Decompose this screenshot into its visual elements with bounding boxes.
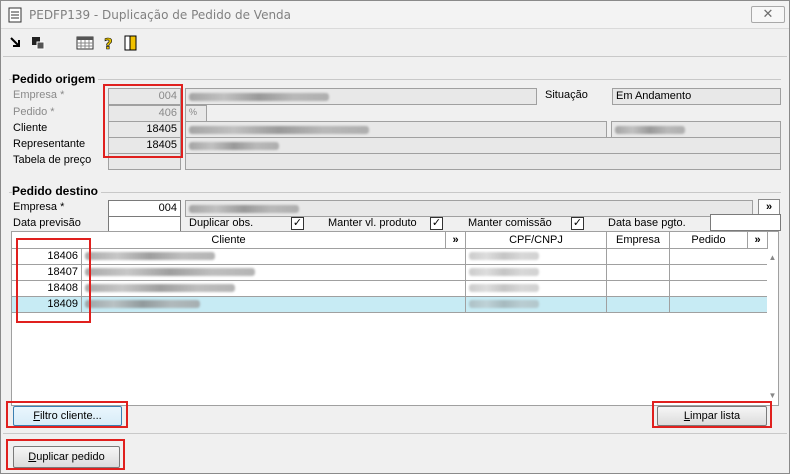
duplicar-obs-checkbox[interactable]: ✓ — [291, 217, 304, 230]
svg-text:?: ? — [104, 35, 113, 52]
row-pedido — [670, 297, 768, 313]
row-pedido — [670, 265, 768, 281]
filtro-mnemonic: F — [33, 410, 40, 422]
clientes-grid: Cliente » CPF/CNPJ Empresa Pedido » 1840… — [11, 231, 779, 406]
toolbar-separator — [3, 56, 787, 57]
origem-cliente-field: 18405 — [108, 121, 181, 138]
situacao-field: Em Andamento — [612, 88, 781, 105]
help-icon[interactable]: ? — [100, 34, 118, 52]
tabela-preco-name — [185, 153, 781, 170]
window-title: PEDFP139 - Duplicação de Pedido de Venda — [29, 8, 292, 22]
limpar-lista-button[interactable]: Limpar lista — [657, 406, 767, 426]
origem-representante-name — [185, 137, 781, 154]
representante-label: Representante — [13, 138, 86, 150]
title-bar: PEDFP139 - Duplicação de Pedido de Venda… — [1, 1, 789, 29]
row-cliente — [82, 249, 466, 265]
cliente-label: Cliente — [13, 122, 48, 134]
data-base-pgto-label: Data base pgto. — [608, 217, 686, 229]
table-row[interactable]: 18407 — [12, 265, 768, 281]
duplicar-obs-label: Duplicar obs. — [189, 217, 254, 229]
column-header-cliente[interactable]: Cliente — [12, 232, 446, 249]
origem-pedido-field[interactable]: 406 — [108, 105, 181, 122]
filtro-label: iltro cliente... — [39, 410, 102, 422]
manter-vl-produto-label: Manter vl. produto — [328, 217, 417, 229]
manter-comissao-checkbox[interactable]: ✓ — [571, 217, 584, 230]
row-cpf — [466, 249, 607, 265]
situacao-label: Situação — [545, 89, 588, 101]
column-header-pedido[interactable]: Pedido — [670, 232, 748, 249]
copy-icon[interactable] — [29, 34, 47, 52]
document-icon — [8, 7, 22, 23]
origem-empresa-label: Empresa * — [13, 89, 65, 101]
pedido-lookup-button[interactable]: % — [185, 105, 207, 122]
pedido-lookup-button[interactable]: » — [748, 232, 768, 249]
calendar-grid-icon[interactable] — [76, 34, 94, 52]
grid-vertical-scrollbar[interactable]: ▲ ▼ — [767, 249, 778, 405]
data-previsao-label: Data previsão — [13, 217, 81, 229]
manter-comissao-label: Manter comissão — [468, 217, 552, 229]
exit-door-icon[interactable] — [122, 34, 140, 52]
cliente-lookup-button[interactable]: » — [446, 232, 466, 249]
row-cpf — [466, 281, 607, 297]
destino-empresa-name — [185, 200, 753, 217]
destino-empresa-label: Empresa * — [13, 201, 65, 213]
data-base-pgto-input[interactable] — [710, 214, 781, 231]
row-empresa — [607, 281, 670, 297]
group-title-origem: Pedido origem — [12, 72, 99, 86]
column-header-empresa[interactable]: Empresa — [607, 232, 670, 249]
row-empresa — [607, 249, 670, 265]
table-row[interactable]: 18408 — [12, 281, 768, 297]
origem-cliente-doc — [611, 121, 781, 138]
toolbar: ? — [1, 31, 789, 55]
limpar-label: impar lista — [690, 410, 741, 422]
row-code: 18406 — [12, 249, 82, 265]
tabela-preco-field — [108, 153, 181, 170]
origem-representante-field: 18405 — [108, 137, 181, 154]
scroll-up-icon[interactable]: ▲ — [768, 253, 777, 262]
row-cliente — [82, 265, 466, 281]
row-empresa — [607, 297, 670, 313]
origem-pedido-label: Pedido * — [13, 106, 55, 118]
destino-empresa-input[interactable]: 004 — [108, 200, 181, 217]
row-cliente — [82, 281, 466, 297]
row-pedido — [670, 281, 768, 297]
group-line-destino — [9, 192, 781, 193]
export-icon[interactable] — [7, 34, 25, 52]
app-window: PEDFP139 - Duplicação de Pedido de Venda… — [0, 0, 790, 474]
origem-cliente-name — [185, 121, 607, 138]
duplicar-label: uplicar pedido — [36, 451, 105, 463]
table-row[interactable]: 18406 — [12, 249, 768, 265]
origem-empresa-field: 004 — [108, 88, 181, 105]
row-code: 18409 — [12, 297, 82, 313]
row-cliente — [82, 297, 466, 313]
close-button[interactable]: ✕ — [751, 6, 785, 23]
table-row-selected[interactable]: 18409 — [12, 297, 768, 313]
group-line-origem — [9, 79, 781, 80]
origem-empresa-name — [185, 88, 537, 105]
footer-separator — [3, 433, 787, 434]
row-code: 18407 — [12, 265, 82, 281]
tabela-preco-label: Tabela de preço — [13, 154, 92, 166]
duplicar-pedido-button[interactable]: Duplicar pedido — [13, 446, 120, 468]
filtro-cliente-button[interactable]: Filtro cliente... — [13, 406, 122, 426]
row-cpf — [466, 297, 607, 313]
row-pedido — [670, 249, 768, 265]
row-empresa — [607, 265, 670, 281]
column-header-cpf[interactable]: CPF/CNPJ — [466, 232, 607, 249]
group-title-destino: Pedido destino — [12, 184, 102, 198]
row-code: 18408 — [12, 281, 82, 297]
manter-vl-produto-checkbox[interactable]: ✓ — [430, 217, 443, 230]
scroll-down-icon[interactable]: ▼ — [768, 391, 777, 400]
row-cpf — [466, 265, 607, 281]
